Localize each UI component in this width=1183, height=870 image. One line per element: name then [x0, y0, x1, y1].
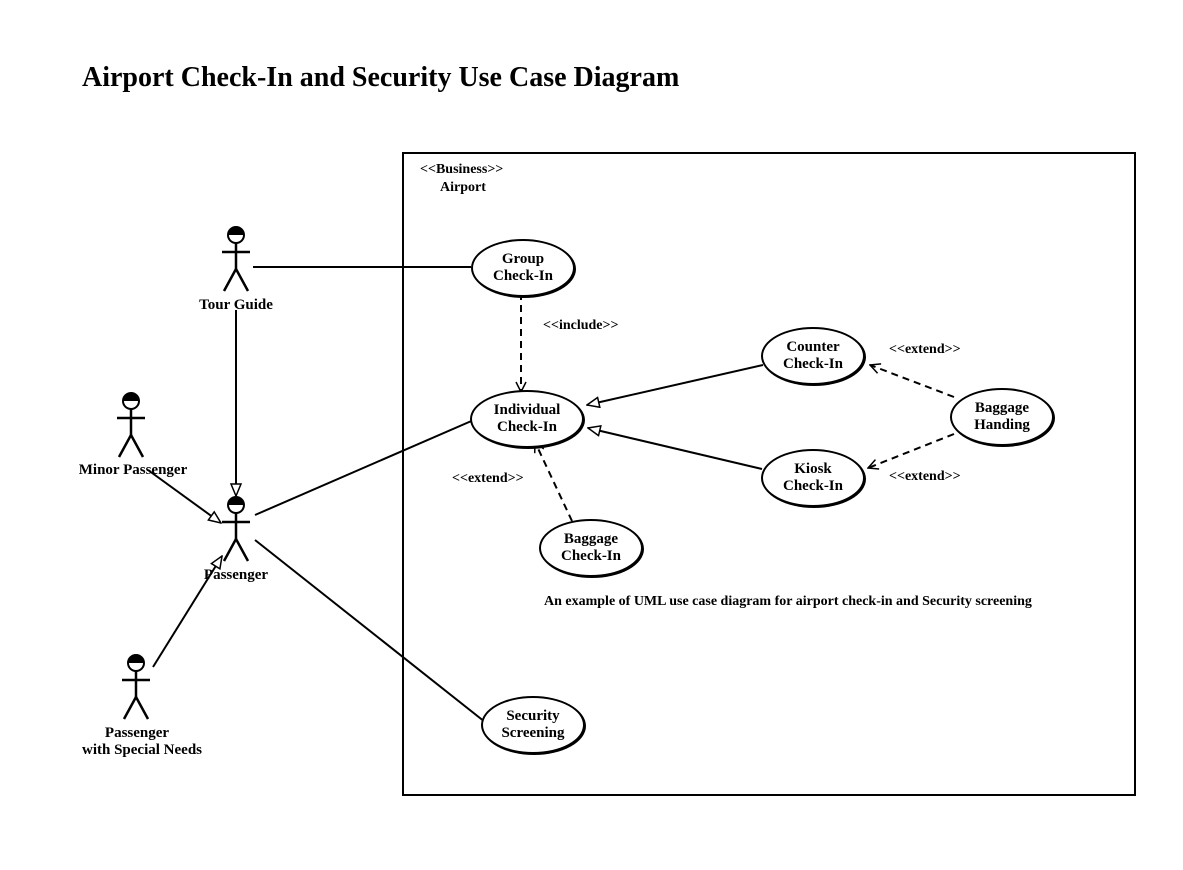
diagram-title: Airport Check-In and Security Use Case D… [82, 62, 679, 94]
usecase-kiosk-checkin: Kiosk Check-In [761, 449, 865, 507]
stereo-extend-1: <<extend>> [452, 471, 524, 487]
actor-tour-guide [218, 225, 254, 300]
actor-special-needs-label-1: Passenger [102, 725, 172, 742]
actor-minor-passenger [113, 391, 149, 466]
usecase-baggage-checkin-label: Baggage Check-In [561, 531, 621, 566]
system-stereotype: <<Business>> [420, 162, 503, 178]
usecase-baggage-handing-label: Baggage Handing [974, 400, 1030, 435]
usecase-individual-checkin: Individual Check-In [470, 390, 584, 448]
usecase-counter-checkin: Counter Check-In [761, 327, 865, 385]
stereo-include-1: <<include>> [543, 318, 618, 334]
actor-passenger [218, 495, 254, 570]
system-name: Airport [440, 180, 486, 196]
actor-special-needs-label-2: with Special Needs [72, 742, 212, 759]
actor-special-needs [118, 653, 154, 728]
usecase-baggage-handing: Baggage Handing [950, 388, 1054, 446]
actor-minor-passenger-label: Minor Passenger [73, 462, 193, 479]
usecase-security-screening-label: Security Screening [501, 708, 564, 743]
usecase-counter-checkin-label: Counter Check-In [783, 339, 843, 374]
stereo-extend-2: <<extend>> [889, 342, 961, 358]
usecase-group-checkin: Group Check-In [471, 239, 575, 297]
usecase-kiosk-checkin-label: Kiosk Check-In [783, 461, 843, 496]
usecase-security-screening: Security Screening [481, 696, 585, 754]
stereo-extend-3: <<extend>> [889, 469, 961, 485]
usecase-group-checkin-label: Group Check-In [493, 251, 553, 286]
usecase-baggage-checkin: Baggage Check-In [539, 519, 643, 577]
actor-tour-guide-label: Tour Guide [198, 297, 274, 314]
diagram-caption: An example of UML use case diagram for a… [544, 594, 1032, 610]
actor-passenger-label: Passenger [203, 567, 269, 584]
usecase-individual-checkin-label: Individual Check-In [494, 402, 561, 437]
